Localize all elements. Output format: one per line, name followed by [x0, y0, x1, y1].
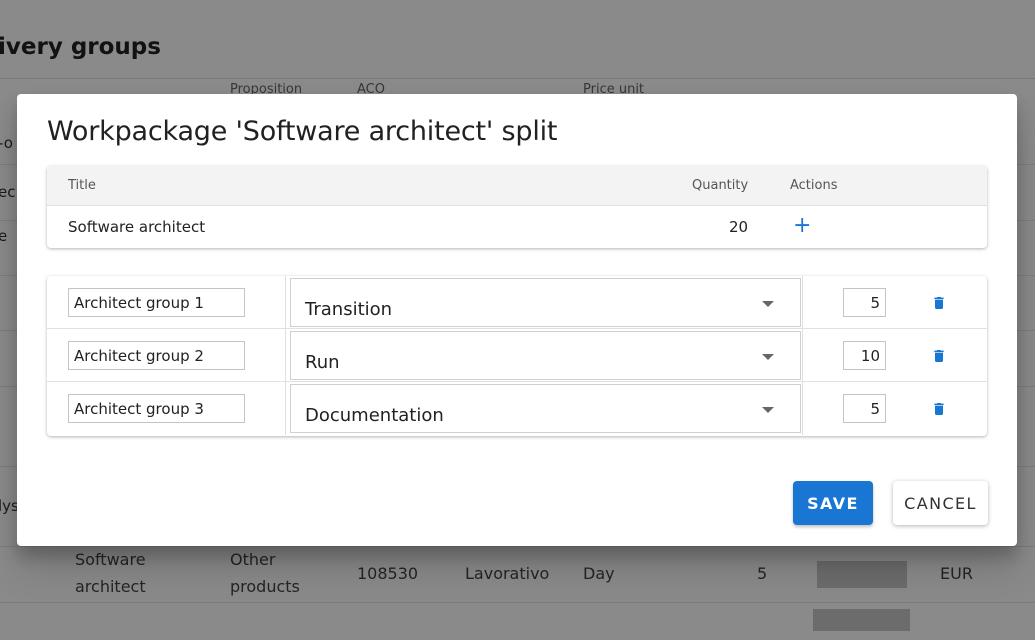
group-quantity-input[interactable]	[843, 394, 886, 423]
phase-select[interactable]: Documentation	[290, 384, 801, 433]
cancel-button[interactable]: CANCEL	[893, 481, 988, 525]
chevron-down-icon	[762, 354, 774, 360]
group-quantity-input[interactable]	[843, 288, 886, 317]
group-quantity-input[interactable]	[843, 341, 886, 370]
delete-icon[interactable]	[931, 294, 947, 312]
header-title: Title	[68, 178, 96, 193]
header-quantity: Quantity	[692, 178, 749, 193]
plus-icon[interactable]: +	[793, 215, 811, 237]
phase-select-value: Documentation	[305, 405, 444, 426]
phase-select[interactable]: Transition	[290, 278, 801, 327]
split-groups-table: Transition Run Documen	[47, 276, 987, 436]
split-row: Transition	[47, 276, 987, 329]
split-row: Run	[47, 329, 987, 382]
phase-select-value: Run	[305, 352, 340, 373]
phase-cell: Transition	[285, 276, 803, 329]
phase-cell: Documentation	[285, 382, 803, 435]
workpackage-summary-table: Title Quantity Actions Software architec…	[47, 166, 987, 248]
split-row: Documentation	[47, 382, 987, 435]
workpackage-title: Software architect	[68, 218, 206, 236]
summary-header: Title Quantity Actions	[47, 166, 987, 206]
summary-row: Software architect 20	[47, 206, 987, 248]
group-name-input[interactable]	[68, 341, 245, 370]
phase-cell: Run	[285, 329, 803, 382]
workpackage-quantity: 20	[729, 218, 749, 236]
group-name-input[interactable]	[68, 288, 245, 317]
chevron-down-icon	[762, 407, 774, 413]
phase-select[interactable]: Run	[290, 331, 801, 380]
group-name-input[interactable]	[68, 394, 245, 423]
phase-select-value: Transition	[305, 299, 393, 320]
save-button[interactable]: SAVE	[793, 481, 873, 525]
delete-icon[interactable]	[931, 400, 947, 418]
header-actions: Actions	[790, 178, 838, 193]
split-dialog: Workpackage 'Software architect' split T…	[17, 94, 1017, 546]
delete-icon[interactable]	[931, 347, 947, 365]
chevron-down-icon	[762, 301, 774, 307]
dialog-title: Workpackage 'Software architect' split	[47, 116, 558, 147]
